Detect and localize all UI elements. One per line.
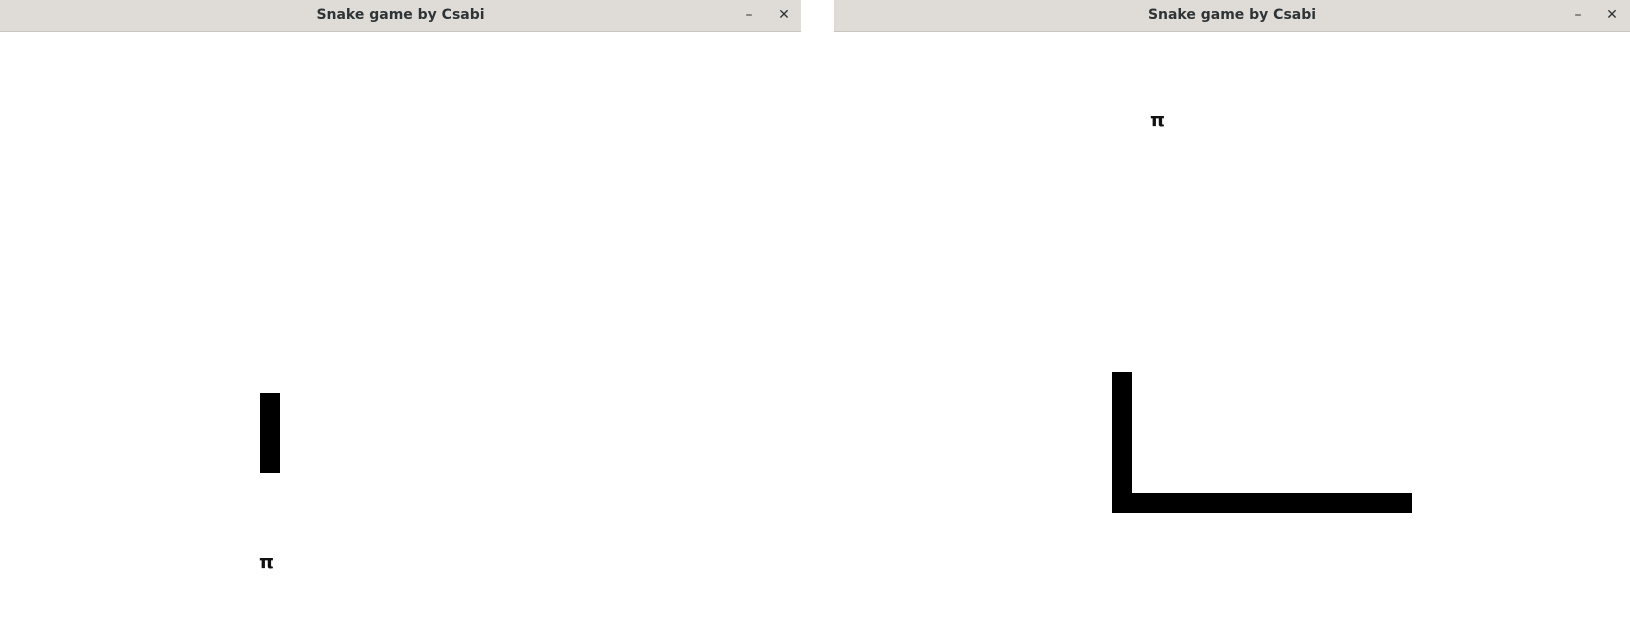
title-bar[interactable]: Snake game by Csabi – ✕	[834, 0, 1630, 32]
snake-body	[260, 393, 280, 473]
close-icon[interactable]: ✕	[1599, 4, 1625, 26]
game-board[interactable]: π	[834, 32, 1630, 634]
food-pi: π	[1150, 109, 1166, 131]
title-bar[interactable]: Snake game by Csabi – ✕	[0, 0, 801, 32]
game-board[interactable]: π	[0, 32, 801, 634]
window-title: Snake game by Csabi	[1147, 7, 1317, 23]
snake-body-vertical	[1112, 372, 1132, 513]
game-window-right: Snake game by Csabi – ✕ π	[834, 0, 1630, 634]
minimize-icon[interactable]: –	[736, 4, 762, 26]
game-window-left: Snake game by Csabi – ✕ π	[0, 0, 801, 634]
window-title: Snake game by Csabi	[316, 7, 485, 23]
snake-body-horizontal	[1112, 493, 1412, 513]
screen-gap	[801, 0, 834, 634]
food-pi: π	[259, 551, 275, 573]
close-icon[interactable]: ✕	[771, 4, 797, 26]
minimize-icon[interactable]: –	[1565, 4, 1591, 26]
